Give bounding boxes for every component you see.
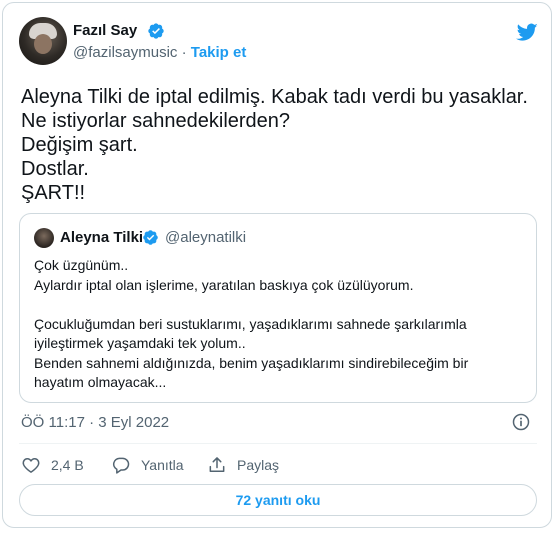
quoted-tweet[interactable]: Aleyna Tilki @aleynatilki Çok üzgünüm.. … [19,213,537,403]
quoted-line: Benden sahnemi aldığınızda, benim yaşadı… [34,354,469,371]
author-handle[interactable]: @fazilsaymusic [73,44,177,61]
share-button[interactable]: Paylaş [207,454,279,476]
like-count: 2,4 B [51,457,84,473]
tweet-text: Aleyna Tilki de iptal edilmiş. Kabak tad… [21,85,541,205]
info-icon[interactable] [511,412,531,432]
follow-button[interactable]: Takip et [191,44,247,61]
reply-button[interactable]: Yanıtla [111,454,184,476]
quoted-line: Aylardır iptal olan işlerime, yaratılan … [34,276,414,293]
twitter-bird-icon[interactable] [515,21,539,43]
share-arrow-icon [209,457,225,472]
quoted-author-name: Aleyna Tilki [60,229,144,246]
like-button[interactable]: 2,4 B [21,454,84,476]
tweet-line: Dostlar. [21,158,89,180]
quoted-line: Çocukluğumdan beri sustuklarımı, yaşadık… [34,315,467,332]
quoted-line: iyileştirmek yaşamdaki tek yolum.. [34,335,246,351]
tweet-timestamp[interactable]: ÖÖ 11:17 · 3 Eyl 2022 [21,414,169,432]
reply-label: Yanıtla [141,457,184,473]
speech-bubble-icon [112,457,130,474]
quoted-line [34,295,524,315]
quoted-line: Çok üzgünüm.. [34,257,129,273]
tweet-header: Fazıl Say @fazilsaymusic · Takip et [19,17,539,67]
handle-row: @fazilsaymusic · Takip et [73,44,246,62]
author-name[interactable]: Fazıl Say [73,22,137,40]
tweet-line: Ne istiyorlar sahnedekilerden? [21,110,291,132]
quoted-tweet-text: Çok üzgünüm.. Aylardır iptal olan işleri… [34,256,524,393]
author-avatar[interactable] [19,17,67,65]
tweet-line: Aleyna Tilki de iptal edilmiş. Kabak tad… [21,86,528,108]
quoted-line: hayatım olmayacak... [34,374,167,390]
tweet-line: Değişim şart. [21,134,138,156]
divider [19,443,537,444]
verified-badge-icon [148,23,164,39]
tweet-embed-card: Fazıl Say @fazilsaymusic · Takip et Aley… [2,2,552,528]
tweet-line: ŞART!! [21,182,86,204]
share-label: Paylaş [237,457,280,473]
avatar-face [34,34,52,54]
quoted-author-avatar [34,228,54,248]
verified-badge-icon [143,230,158,245]
read-replies-button[interactable]: 72 yanıtı oku [19,484,537,516]
quoted-author-handle: @aleynatilki [165,229,247,246]
heart-icon [22,458,40,473]
separator-dot: · [181,44,187,61]
